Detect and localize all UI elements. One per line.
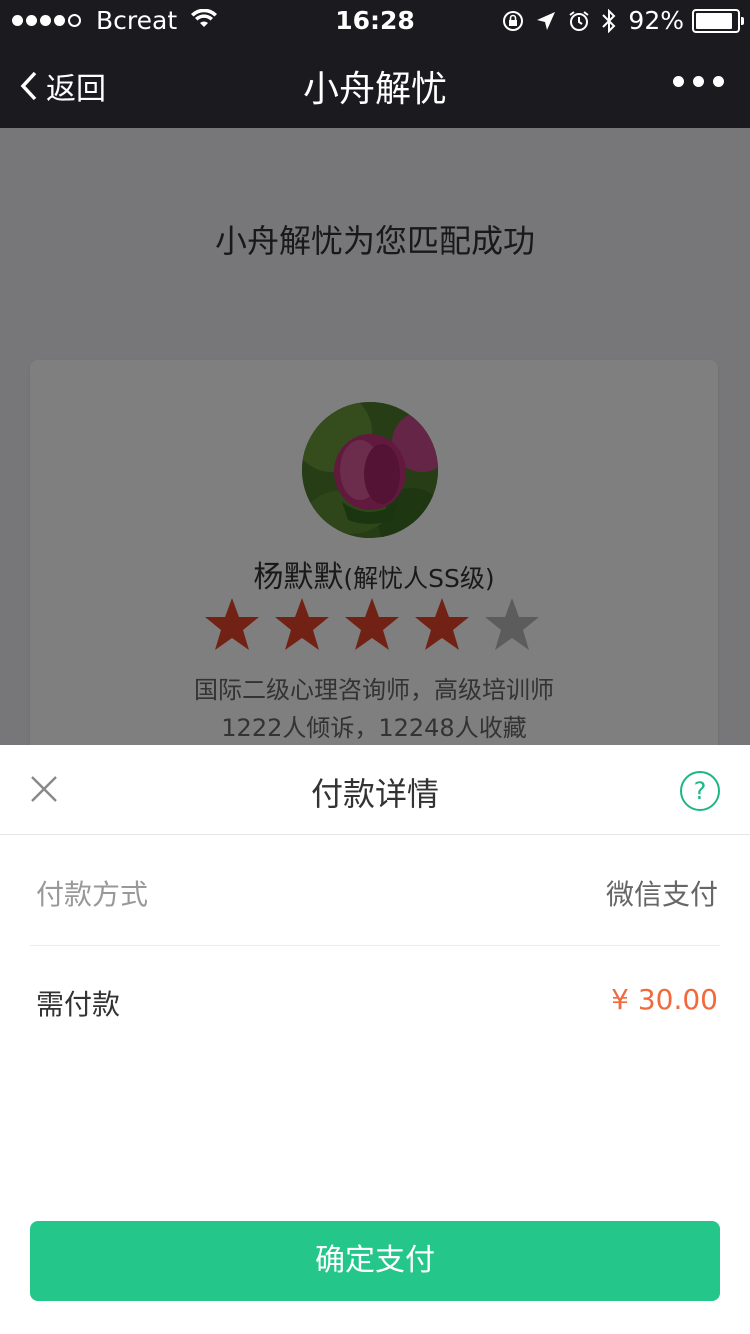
more-button[interactable] xyxy=(664,76,724,87)
alarm-icon xyxy=(568,10,590,32)
confirm-payment-button[interactable]: 确定支付 xyxy=(30,1221,720,1301)
payment-sheet-header: 付款详情 ? xyxy=(0,745,750,835)
nav-bar: 返回 小舟解忧 xyxy=(0,40,750,128)
payment-amount-value: ¥ 30.00 xyxy=(611,983,718,1016)
rotation-lock-icon xyxy=(502,10,524,32)
payment-sheet-title: 付款详情 xyxy=(310,775,439,813)
bluetooth-icon xyxy=(602,8,616,33)
status-bar: Bcreat 16:28 92% xyxy=(0,0,750,40)
status-right: 92% xyxy=(490,6,744,35)
payment-sheet: 付款详情 ? 付款方式 微信支付 需付款 ¥ 30.00 确定支付 xyxy=(0,745,750,1334)
page-title: 小舟解忧 xyxy=(302,69,447,110)
payment-method-value: 微信支付 xyxy=(605,878,718,911)
modal-overlay[interactable] xyxy=(0,128,750,745)
help-icon[interactable]: ? xyxy=(680,771,720,811)
payment-method-row[interactable]: 付款方式 微信支付 xyxy=(30,835,720,946)
payment-amount-row: 需付款 ¥ 30.00 xyxy=(30,945,720,1055)
more-dot xyxy=(673,76,684,87)
payment-amount-label: 需付款 xyxy=(36,988,121,1021)
payment-method-label: 付款方式 xyxy=(36,878,149,911)
battery-icon xyxy=(692,8,744,33)
location-icon xyxy=(536,11,556,31)
battery-percent: 92% xyxy=(628,6,684,35)
more-dot xyxy=(693,76,704,87)
more-dot xyxy=(713,76,724,87)
